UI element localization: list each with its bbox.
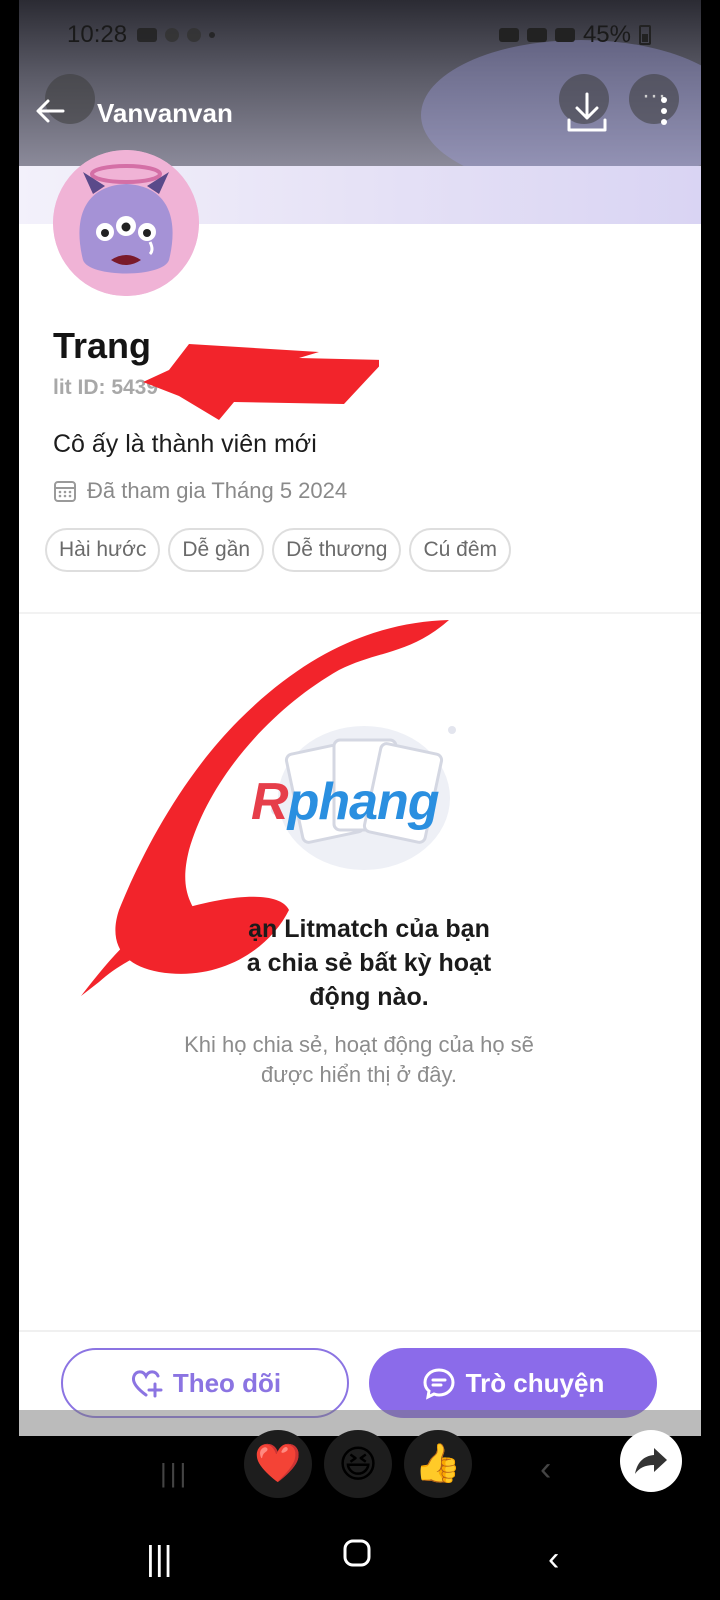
join-date: Đã tham gia Tháng 5 2024 [53,478,347,504]
system-icons: 45% [498,21,651,49]
back-arrow-icon[interactable] [33,94,73,134]
heart-plus-icon [131,1370,163,1398]
laughing-reaction-icon[interactable]: 😆 [324,1430,392,1498]
battery-percent: 45% [582,21,631,48]
app-notification-icon [137,28,158,42]
profile-name: Trang [53,325,152,366]
top-bar: ··· Vanvanvan [19,72,701,156]
app-screenshot: 10:28 45% ··· Vanvanvan Trang lit ID: 54… [19,0,701,1436]
tag-cu-dem[interactable]: Cú đêm [409,528,511,572]
download-icon[interactable] [565,90,609,134]
back-icon[interactable]: ‹ [548,1540,559,1579]
recent-apps-icon[interactable]: ||| [146,1540,173,1579]
tag-de-thuong[interactable]: Dễ thương [272,528,402,572]
avatar [53,150,199,296]
monster-avatar-icon [53,150,199,296]
heart-reaction-icon[interactable]: ❤️ [244,1430,312,1498]
redaction-scribble [143,344,379,420]
signal-icon-2 [554,28,575,42]
share-button[interactable] [620,1430,682,1492]
follow-label: Theo dõi [172,1367,282,1398]
follow-button[interactable]: Theo dõi [61,1348,349,1418]
more-options-icon[interactable] [657,94,671,130]
mute-icon [498,28,519,42]
empty-state-subtitle: Khi họ chia sẻ, hoạt động của họ sẽ được… [184,1032,534,1087]
chat-label: Trò chuyện [465,1367,605,1398]
thumbs-up-reaction-icon[interactable]: 👍 [404,1430,472,1498]
status-time: 10:28 [67,21,128,48]
home-icon[interactable] [342,1538,372,1577]
back-faded-icon: ‹ [540,1450,552,1488]
more-ghost-button: ··· [629,74,679,124]
join-date-text: Đã tham gia Tháng 5 2024 [87,478,348,503]
status-bar: 10:28 45% [67,18,651,52]
messenger-icon [165,28,180,42]
chat-button[interactable]: Trò chuyện [369,1348,657,1418]
app-icon [187,28,202,42]
tag-hai-huoc[interactable]: Hài hước [45,528,161,572]
notification-icons [137,28,216,42]
system-nav-bar: ||| ‹ [0,1520,720,1600]
page-title: Vanvanvan [97,98,233,128]
share-arrow-icon [635,1448,667,1474]
more-notifications-icon [209,32,216,38]
bottom-divider [19,1330,701,1332]
empty-state-title: ạn Litmatch của bạn a chia sẻ bất kỳ hoạ… [246,915,492,1011]
chat-bubble-icon [423,1368,455,1400]
interest-tags: Hài hước Dễ gần Dễ thương Cú đêm [45,528,511,572]
tag-de-gan[interactable]: Dễ gần [168,528,265,572]
screen: 10:28 45% ··· Vanvanvan Trang lit ID: 54… [0,0,720,1600]
reaction-bar: ||| ❤️ 😆 👍 ‹ [0,1430,720,1498]
recent-apps-faded-icon: ||| [160,1458,190,1488]
profile-bio: Cô ấy là thành viên mới [53,430,317,458]
signal-icon [526,28,547,42]
battery-icon [639,25,651,45]
calendar-icon [54,481,76,502]
